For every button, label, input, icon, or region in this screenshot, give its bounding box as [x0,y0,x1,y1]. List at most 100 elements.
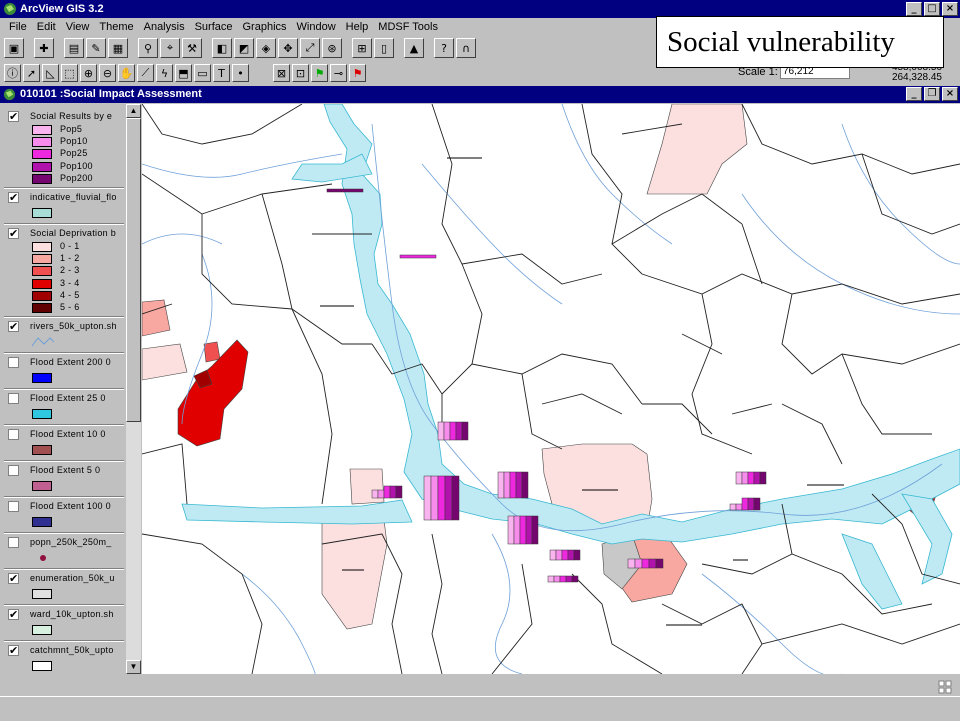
restore-icon[interactable]: □ [924,2,940,16]
layer-visibility-checkbox[interactable] [8,465,19,477]
pointer-icon[interactable]: ➚ [23,64,40,82]
hotlink-icon[interactable]: ϟ [156,64,173,82]
scroll-up-icon[interactable]: ▲ [126,104,141,118]
menu-graphics[interactable]: Graphics [238,21,292,33]
layer-visibility-checkbox[interactable]: ✔ [8,228,19,239]
menu-mdsf-tools[interactable]: MDSF Tools [373,21,443,33]
toc-layer[interactable]: Flood Extent 100 0 [2,498,126,532]
view-title: 010101 :Social Impact Assessment [20,88,202,100]
map-horizontal-scrollbar[interactable] [0,676,960,694]
small-line-symbols [320,157,844,626]
select-features-icon[interactable]: ⊞ [352,38,372,58]
locate-address-icon[interactable]: ⌖ [160,38,180,58]
layer-visibility-checkbox[interactable]: ✔ [8,321,19,333]
deprivation-polygon-west-1 [142,299,171,337]
area-of-interest-icon[interactable]: ⬒ [175,64,192,82]
mdsf-tool-1-icon[interactable]: ⊠ [273,64,290,82]
clear-selection-icon[interactable]: ▯ [374,38,394,58]
view-minimize-icon[interactable]: _ [906,87,922,101]
flood-extent-southeast [841,533,903,610]
zoom-in-tool-icon[interactable]: ⊕ [80,64,97,82]
identify-icon[interactable]: ⓘ [4,64,21,82]
zoom-active-themes-icon[interactable]: ◩ [234,38,254,58]
find-icon[interactable]: ⚲ [138,38,158,58]
edit-legend-icon[interactable]: ✎ [86,38,106,58]
app-title: ArcView GIS 3.2 [20,3,104,15]
legend-swatch [32,254,52,265]
vertex-edit-icon[interactable]: ◺ [42,64,59,82]
minimize-icon[interactable]: _ [906,2,922,16]
menu-view[interactable]: View [61,21,95,33]
link-icon[interactable]: ⊸ [330,64,347,82]
legend-swatch [32,161,52,172]
menu-window[interactable]: Window [292,21,341,33]
scroll-down-icon[interactable]: ▼ [126,660,141,674]
toc-layer[interactable]: ✔ catchmnt_50k_upto [2,642,126,674]
green-flag-icon[interactable]: ⚑ [311,64,328,82]
arcview-globe-icon [4,3,16,15]
layer-visibility-checkbox[interactable]: ✔ [8,609,19,621]
resize-grip-icon[interactable] [938,680,952,694]
layer-visibility-checkbox[interactable]: ✔ [8,573,19,585]
menu-edit[interactable]: Edit [32,21,61,33]
layer-visibility-checkbox[interactable]: ✔ [8,192,19,203]
zoom-full-extent-icon[interactable]: ◧ [212,38,232,58]
legend-class-label: Pop5 [60,124,83,134]
toc-scrollbar[interactable]: ▲ ▼ [126,104,141,674]
close-icon[interactable]: × [942,2,958,16]
toc-layer[interactable]: ✔ indicative_fluvial_flo [2,189,126,223]
layout-icon[interactable]: ▲ [404,38,424,58]
toc-layer[interactable]: ✔ ward_10k_upton.sh [2,606,126,640]
toc-layer[interactable]: popn_250k_250m_ [2,534,126,568]
legend-swatch [32,409,52,420]
layer-visibility-checkbox[interactable]: ✔ [8,645,19,657]
chart-icon[interactable]: ∩ [456,38,476,58]
toc-layer[interactable]: ✔ enumeration_50k_u [2,570,126,604]
view-restore-icon[interactable]: ❐ [924,87,940,101]
toc-layer[interactable]: ✔ rivers_50k_upton.sh [2,318,126,352]
toc-layer[interactable]: Flood Extent 5 0 [2,462,126,496]
table-of-contents: ✔ Social Results by e Pop5 Pop10 Pop25 Pop100… [2,104,126,674]
view-close-icon[interactable]: × [942,87,958,101]
text-icon[interactable]: T [213,64,230,82]
menu-help[interactable]: Help [341,21,374,33]
zoom-previous-icon[interactable]: ⊛ [322,38,342,58]
toc-layer[interactable]: Flood Extent 200 0 [2,354,126,388]
menu-surface[interactable]: Surface [190,21,238,33]
map-canvas[interactable] [142,104,960,674]
layer-name: Social Results by e [30,111,113,121]
query-builder-icon[interactable]: ⚒ [182,38,202,58]
toc-layer[interactable]: ✔ Social Results by e Pop5 Pop10 Pop25 Pop100… [2,108,126,187]
zoom-in-icon[interactable]: ✥ [278,38,298,58]
layer-visibility-checkbox[interactable] [8,537,19,549]
menu-analysis[interactable]: Analysis [139,21,190,33]
toc-layer[interactable]: ✔ Social Deprivation b 0 - 1 1 - 22 - 33 - … [2,225,126,316]
layer-visibility-checkbox[interactable] [8,393,19,405]
menu-file[interactable]: File [4,21,32,33]
help-icon[interactable]: ? [434,38,454,58]
draw-point-icon[interactable]: • [232,64,249,82]
point-symbol-icon [40,555,46,562]
mdsf-tool-2-icon[interactable]: ⊡ [292,64,309,82]
zoom-out-tool-icon[interactable]: ⊖ [99,64,116,82]
theme-properties-icon[interactable]: ▤ [64,38,84,58]
pan-icon[interactable]: ✋ [118,64,135,82]
open-table-icon[interactable]: ▦ [108,38,128,58]
map-display[interactable] [142,104,960,674]
scroll-thumb[interactable] [126,118,141,422]
zoom-selected-icon[interactable]: ◈ [256,38,276,58]
layer-visibility-checkbox[interactable] [8,429,19,441]
select-feature-tool-icon[interactable]: ⬚ [61,64,78,82]
save-project-icon[interactable]: ▣ [4,38,24,58]
menu-theme[interactable]: Theme [94,21,138,33]
label-icon[interactable]: ▭ [194,64,211,82]
zoom-out-icon[interactable]: ⤢ [300,38,320,58]
layer-visibility-checkbox[interactable] [8,501,19,513]
red-flag-icon[interactable]: ⚑ [349,64,366,82]
layer-visibility-checkbox[interactable]: ✔ [8,111,19,122]
measure-icon[interactable]: ⟋ [137,64,154,82]
toc-layer[interactable]: Flood Extent 25 0 [2,390,126,424]
layer-visibility-checkbox[interactable] [8,357,19,369]
toc-layer[interactable]: Flood Extent 10 0 [2,426,126,460]
add-theme-icon[interactable]: ✚ [34,38,54,58]
